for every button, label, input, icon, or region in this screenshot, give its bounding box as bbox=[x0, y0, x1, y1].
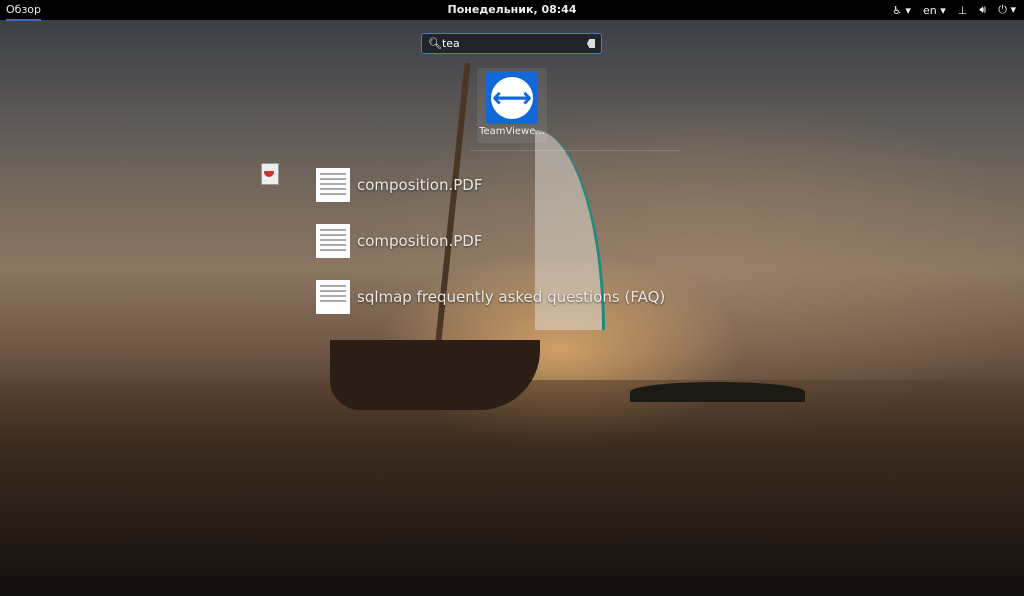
language-menu[interactable]: en ▾ bbox=[923, 4, 946, 17]
app-label: TeamViewe... bbox=[479, 126, 545, 137]
wallpaper-island bbox=[630, 382, 805, 402]
search-input[interactable] bbox=[441, 37, 587, 50]
language-label: en bbox=[922, 3, 937, 17]
clock[interactable]: Понедельник, 08:44 bbox=[0, 3, 1024, 16]
clear-search-icon[interactable] bbox=[586, 39, 595, 48]
power-icon[interactable]: ⏻ ▾ bbox=[998, 3, 1016, 17]
document-result[interactable]: sqlmap frequently asked questions (FAQ) bbox=[316, 280, 665, 314]
wallpaper-boat bbox=[330, 340, 540, 410]
document-title: composition.PDF bbox=[357, 232, 483, 250]
results-separator bbox=[470, 150, 680, 151]
app-result-teamviewer[interactable]: ⟷ TeamViewe... bbox=[477, 68, 547, 143]
wallpaper-sea bbox=[0, 380, 1024, 596]
teamviewer-icon: ⟷ bbox=[486, 72, 538, 124]
documents-provider-icon[interactable] bbox=[261, 163, 283, 187]
document-result[interactable]: composition.PDF bbox=[316, 168, 482, 202]
top-bar: Обзор Понедельник, 08:44 ♿ ▾ en ▾ ⊥ 🔊︎ ⏻… bbox=[0, 0, 1024, 21]
accessibility-icon[interactable]: ♿ ▾ bbox=[892, 4, 911, 17]
pdf-thumbnail-icon bbox=[316, 280, 350, 314]
system-tray[interactable]: ♿ ▾ en ▾ ⊥ 🔊︎ ⏻ ▾ bbox=[892, 3, 1016, 17]
document-result[interactable]: composition.PDF bbox=[316, 224, 482, 258]
pdf-thumbnail-icon bbox=[316, 224, 350, 258]
search-entry[interactable]: 🔍︎ bbox=[421, 33, 602, 54]
document-title: sqlmap frequently asked questions (FAQ) bbox=[357, 288, 666, 306]
pdf-thumbnail-icon bbox=[316, 168, 350, 202]
volume-icon[interactable]: 🔊︎ bbox=[979, 3, 986, 17]
search-icon: 🔍︎ bbox=[428, 37, 442, 50]
network-icon[interactable]: ⊥ bbox=[958, 4, 968, 17]
document-title: composition.PDF bbox=[357, 176, 483, 194]
